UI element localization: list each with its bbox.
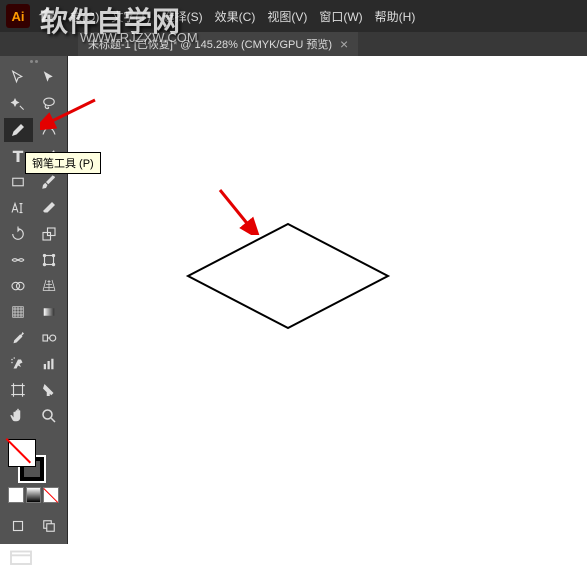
width-tool-icon[interactable] (4, 248, 33, 272)
shape-builder-tool-icon[interactable] (4, 274, 33, 298)
app-icon: Ai (6, 4, 30, 28)
menu-window[interactable]: 窗口(W) (313, 2, 368, 31)
selection-tool-icon[interactable] (4, 66, 33, 90)
gradient-mode-icon[interactable] (26, 487, 42, 503)
menu-type[interactable]: 文字(T) (105, 2, 156, 31)
annotation-arrow-icon (215, 185, 265, 235)
main-menu: 象(O) 文字(T) 选择(S) 效果(C) 视图(V) 窗口(W) 帮助(H) (64, 2, 421, 31)
none-mode-icon[interactable] (43, 487, 59, 503)
document-tab[interactable]: 未标题-1 [已恢复]* @ 145.28% (CMYK/GPU 预览) × (78, 32, 358, 56)
menu-help[interactable]: 帮助(H) (369, 2, 422, 31)
column-graph-tool-icon[interactable] (35, 352, 64, 376)
zoom-tool-icon[interactable] (35, 404, 64, 428)
symbol-sprayer-tool-icon[interactable] (4, 352, 33, 376)
draw-mode-behind-icon[interactable] (35, 514, 64, 538)
hand-tool-icon[interactable] (4, 404, 33, 428)
artboard-tool-icon[interactable] (4, 378, 33, 402)
eraser-tool-icon[interactable] (35, 196, 64, 220)
screen-mode-icon[interactable] (6, 547, 36, 571)
color-mode-icon[interactable] (8, 487, 24, 503)
perspective-grid-tool-icon[interactable] (35, 274, 64, 298)
fill-stroke-control[interactable] (8, 439, 52, 483)
draw-mode-normal-icon[interactable] (4, 514, 33, 538)
menu-bar: Ai 象(O) 文字(T) 选择(S) 效果(C) 视图(V) 窗口(W) 帮助… (0, 0, 587, 32)
home-icon[interactable] (36, 5, 58, 27)
direct-selection-tool-icon[interactable] (35, 66, 64, 90)
fill-swatch[interactable] (8, 439, 36, 467)
pen-tool-icon[interactable] (4, 118, 33, 142)
pen-tool-tooltip: 钢笔工具 (P) (25, 152, 101, 174)
color-swatches (2, 435, 65, 507)
menu-effect[interactable]: 效果(C) (209, 2, 262, 31)
shaper-tool-icon[interactable] (4, 196, 33, 220)
free-transform-tool-icon[interactable] (35, 248, 64, 272)
menu-select[interactable]: 选择(S) (157, 2, 209, 31)
tab-title: 未标题-1 [已恢复]* @ 145.28% (CMYK/GPU 预览) (88, 36, 332, 52)
scale-tool-icon[interactable] (35, 222, 64, 246)
menu-object[interactable]: 象(O) (64, 2, 105, 31)
document-tabs: 未标题-1 [已恢复]* @ 145.28% (CMYK/GPU 预览) × (0, 32, 587, 56)
gradient-tool-icon[interactable] (35, 300, 64, 324)
rotate-tool-icon[interactable] (4, 222, 33, 246)
magic-wand-tool-icon[interactable] (4, 92, 33, 116)
blend-tool-icon[interactable] (35, 326, 64, 350)
eyedropper-tool-icon[interactable] (4, 326, 33, 350)
diamond-shape[interactable] (178, 216, 398, 336)
mesh-tool-icon[interactable] (4, 300, 33, 324)
canvas[interactable] (68, 56, 587, 544)
annotation-arrow-icon (40, 95, 100, 135)
slice-tool-icon[interactable] (35, 378, 64, 402)
tab-close-icon[interactable]: × (340, 36, 348, 52)
panel-grip[interactable] (2, 60, 65, 63)
menu-view[interactable]: 视图(V) (261, 2, 313, 31)
